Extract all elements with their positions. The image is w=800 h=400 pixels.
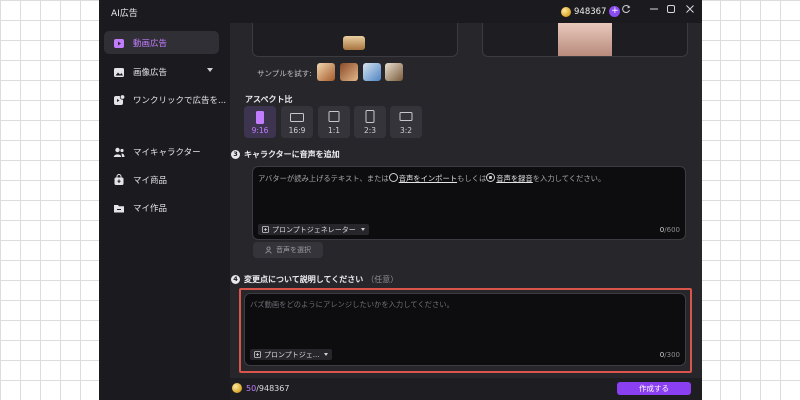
aspect-option-label: 16:9 [288,126,306,135]
prompt-generator-dropdown[interactable]: プロンプトジェネレーター [258,224,369,235]
sidebar: 動画広告 画像広告 ワンクリックで広告を... マイキャラクター マイ商品 マイ… [99,23,229,400]
voice-section-title-text: キャラクターに音声を追加 [244,150,340,159]
change-section-title: 4 変更点について説明してください （任意） [231,274,398,285]
select-voice-button[interactable]: 音声を選択 [253,242,323,258]
import-audio-link[interactable]: 音声をインポート [399,174,457,183]
aspect-option-label: 2:3 [363,126,377,135]
prompt-generator-icon [262,226,269,233]
characters-icon [113,146,125,158]
sidebar-item-image-ad[interactable]: 画像広告 [104,60,219,83]
credits-used: 50 [246,383,257,393]
placeholder-text: を入力してください。 [532,174,606,183]
folder-icon [113,202,125,214]
character-counter: 0/300 [660,351,680,359]
sidebar-item-my-products[interactable]: マイ商品 [104,168,219,191]
sidebar-item-my-works[interactable]: マイ作品 [104,196,219,219]
main-panel: サンプルを試す: アスペクト比 9:16 16:9 1:1 2:3 3:2 3キ… [230,23,702,378]
sample-label: サンプルを試す: [257,69,312,78]
change-description-input[interactable]: バズ動画をどのようにアレンジしたいかを入力してください。 プロンプトジェ... … [244,293,686,366]
credits-total: /948367 [256,383,290,393]
bottom-bar: 50/948367 作成する [230,378,702,400]
aspect-option-label: 3:2 [399,126,413,135]
aspect-option-9-16[interactable]: 9:16 [244,106,276,138]
credit-cost: 50/948367 [232,383,289,393]
landscape-ratio-icon [290,113,304,122]
credits-display: 948367 + [561,5,621,18]
sample-thumbnail[interactable] [317,63,335,81]
sidebar-item-my-characters[interactable]: マイキャラクター [104,140,219,163]
refresh-icon[interactable] [619,4,633,18]
aspect-option-3-2[interactable]: 3:2 [390,106,422,138]
close-icon[interactable] [683,4,697,18]
aspect-option-1-1[interactable]: 1:1 [318,106,350,138]
voice-script-input[interactable]: アバターが読み上げるテキスト、または 音声をインポートもしくは 音声を録音を入力して… [252,166,686,240]
sidebar-item-label: 動画広告 [133,38,168,49]
portrait-ratio-icon [365,110,375,123]
maximize-icon[interactable] [664,4,678,18]
sidebar-item-label: マイ作品 [133,203,168,214]
portrait-ratio-icon [256,111,264,124]
step-number: 3 [231,150,240,159]
voice-person-icon [265,246,272,254]
counter-max: /300 [664,351,680,359]
aspect-ratio-title: アスペクト比 [245,95,293,104]
optional-tag: （任意） [366,275,399,284]
image-ad-icon [113,66,125,78]
placeholder-text: もしくは [457,174,487,183]
aspect-option-label: 1:1 [327,126,341,135]
sidebar-item-label: マイ商品 [133,175,168,186]
sidebar-item-one-click-ad[interactable]: ワンクリックで広告を... [104,88,226,111]
counter-max: /600 [664,226,680,234]
products-icon [113,173,125,186]
prompt-generator-label: プロンプトジェ... [264,350,320,359]
app-title: AI広告 [111,9,138,19]
coin-icon [232,383,242,393]
step-number: 4 [231,275,240,284]
select-voice-label: 音声を選択 [276,246,311,254]
chevron-down-icon [324,353,329,356]
prompt-generator-label: プロンプトジェネレーター [272,225,356,234]
video-ad-icon [113,37,125,49]
square-ratio-icon [328,111,340,122]
sample-preview-left[interactable] [252,23,458,57]
sidebar-item-label: マイキャラクター [133,147,201,158]
record-audio-icon [486,173,496,182]
product-image [343,36,365,50]
model-image [558,23,612,56]
change-description-placeholder: バズ動画をどのようにアレンジしたいかを入力してください。 [250,300,454,309]
minimize-icon[interactable] [647,4,661,18]
sample-thumbnail[interactable] [340,63,358,81]
sidebar-item-label: 画像広告 [133,67,168,78]
title-bar: AI広告 948367 + [99,0,702,23]
record-audio-link[interactable]: 音声を録音 [496,174,532,183]
aspect-option-16-9[interactable]: 16:9 [281,106,313,138]
aspect-option-2-3[interactable]: 2:3 [354,106,386,138]
sample-thumbnail[interactable] [363,63,381,81]
create-button[interactable]: 作成する [617,382,691,395]
chevron-down-icon [360,228,365,231]
coin-icon [561,6,571,17]
prompt-generator-icon [254,351,261,358]
voice-script-placeholder: アバターが読み上げるテキスト、または 音声をインポートもしくは 音声を録音を入力して… [258,173,605,184]
sidebar-item-video-ad[interactable]: 動画広告 [104,31,219,54]
prompt-generator-dropdown[interactable]: プロンプトジェ... [250,349,333,360]
sample-thumbnail[interactable] [385,63,403,81]
change-section-title-text: 変更点について説明してください [244,275,364,284]
import-audio-icon [388,173,398,182]
credits-count: 948367 [574,6,607,17]
sample-preview-right[interactable] [482,23,688,57]
character-counter: 0/600 [660,226,680,234]
chevron-down-icon[interactable] [207,68,213,72]
app-window: AI広告 948367 + 動画広告 画像広告 ワンクリックで広告を... マイ… [99,0,702,400]
placeholder-text: アバターが読み上げるテキスト、または [258,174,389,183]
aspect-option-label: 9:16 [251,126,269,135]
landscape-ratio-icon [399,112,413,121]
voice-section-title: 3 キャラクターに音声を追加 [231,149,340,160]
sidebar-item-label: ワンクリックで広告を... [133,95,227,106]
add-video-icon [113,93,126,106]
